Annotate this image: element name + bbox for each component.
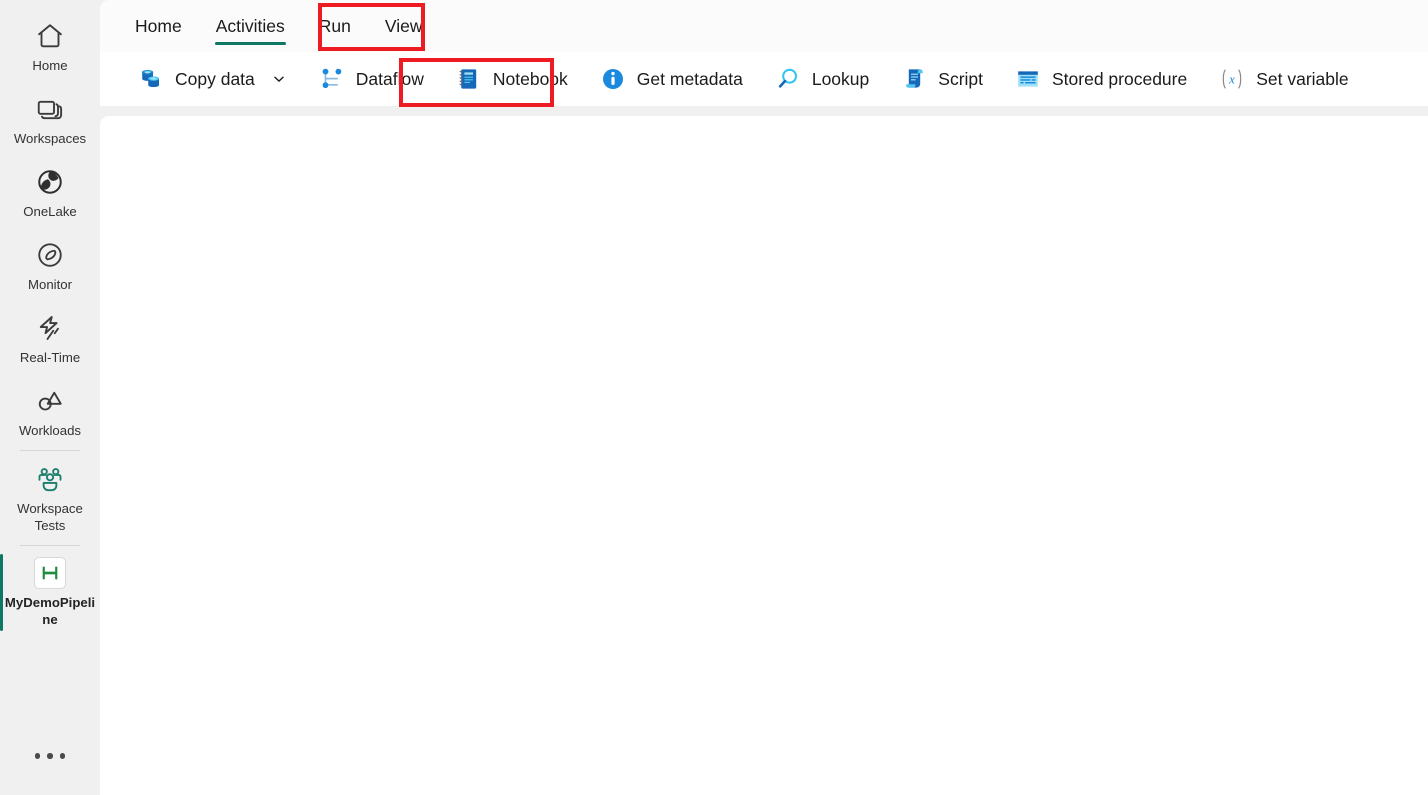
pipeline-icon	[34, 557, 66, 589]
sidebar-item-label: Workspaces	[13, 131, 87, 146]
set-variable-icon: x	[1219, 66, 1245, 92]
workspace-tests-icon	[33, 462, 67, 496]
sidebar-item-workspaces[interactable]: Workspaces	[0, 83, 100, 156]
svg-text:x: x	[1228, 72, 1235, 87]
toolbar-item-script[interactable]: Script	[885, 57, 999, 101]
toolbar-item-get-metadata[interactable]: Get metadata	[584, 57, 759, 101]
sidebar-item-label: Workloads	[18, 423, 82, 438]
tab-home[interactable]: Home	[118, 0, 199, 52]
script-icon	[901, 66, 927, 92]
sidebar-item-label: OneLake	[23, 204, 77, 219]
toolbar-item-label: Set variable	[1256, 68, 1349, 89]
activities-toolbar: Copy data Dataflow Notebook Get metadata…	[100, 52, 1428, 106]
toolbar-item-dataflow[interactable]: Dataflow	[303, 57, 440, 101]
more-dot	[59, 753, 66, 759]
main-content-area: Home Activities Run View Copy data Dataf…	[100, 0, 1428, 795]
toolbar-item-notebook[interactable]: Notebook	[440, 57, 584, 101]
tab-run[interactable]: Run	[302, 0, 368, 52]
tab-label: Home	[135, 15, 182, 36]
sidebar-item-workloads[interactable]: Workloads	[0, 375, 100, 448]
toolbar-item-label: Dataflow	[355, 68, 424, 89]
real-time-icon	[33, 311, 67, 345]
tab-label: View	[384, 15, 423, 36]
toolbar-item-label: Lookup	[811, 68, 870, 89]
get-metadata-icon	[600, 66, 626, 92]
sidebar-item-label: Monitor	[28, 277, 72, 292]
more-dot	[47, 753, 53, 759]
ribbon-canvas-gap	[100, 106, 1428, 116]
toolbar-item-stored-procedure[interactable]: Stored procedure	[999, 57, 1203, 101]
notebook-icon	[456, 66, 482, 92]
sidebar-separator	[20, 545, 80, 546]
workloads-icon	[33, 384, 67, 418]
dataflow-icon	[319, 66, 345, 92]
sidebar-item-workspace-tests[interactable]: Workspace Tests	[0, 453, 100, 543]
tab-label: Activities	[215, 15, 285, 36]
home-icon	[33, 19, 67, 53]
lookup-icon	[775, 66, 801, 92]
stored-procedure-icon	[1015, 66, 1041, 92]
onelake-icon	[33, 165, 67, 199]
toolbar-item-copy-data[interactable]: Copy data	[122, 57, 303, 101]
fabric-pipeline-app: Home Workspaces OneLake Monitor Real-Tim…	[0, 0, 1428, 795]
ribbon-tabstrip: Home Activities Run View	[100, 0, 1428, 52]
ribbon: Home Activities Run View Copy data Dataf…	[100, 0, 1428, 106]
sidebar-item-onelake[interactable]: OneLake	[0, 156, 100, 229]
sidebar-item-home[interactable]: Home	[0, 10, 100, 83]
sidebar-item-mydemopipeline[interactable]: MyDemoPipeline	[0, 548, 100, 637]
chevron-down-icon[interactable]	[271, 71, 287, 87]
left-navigation-sidebar: Home Workspaces OneLake Monitor Real-Tim…	[0, 0, 100, 795]
toolbar-item-set-variable[interactable]: x Set variable	[1203, 57, 1364, 101]
active-accent-bar	[0, 554, 3, 631]
sidebar-separator	[20, 450, 80, 451]
sidebar-item-label: Workspace Tests	[17, 501, 83, 533]
more-dot	[34, 753, 41, 759]
sidebar-item-real-time[interactable]: Real-Time	[0, 302, 100, 375]
toolbar-item-label: Stored procedure	[1052, 68, 1188, 89]
tab-view[interactable]: View	[368, 0, 440, 52]
toolbar-item-label: Get metadata	[636, 68, 743, 89]
sidebar-item-monitor[interactable]: Monitor	[0, 229, 100, 302]
sidebar-item-label: Real-Time	[19, 350, 81, 365]
copy-data-icon	[138, 66, 164, 92]
monitor-icon	[33, 238, 67, 272]
tab-underline	[214, 42, 286, 45]
toolbar-item-label: Notebook	[492, 68, 568, 89]
sidebar-item-label: Home	[32, 58, 68, 73]
workspaces-icon	[33, 92, 67, 126]
sidebar-more-button[interactable]	[0, 741, 100, 771]
pipeline-canvas[interactable]	[100, 116, 1428, 795]
toolbar-item-label: Copy data	[175, 68, 255, 89]
sidebar-item-label: MyDemoPipeline	[4, 595, 96, 627]
tab-label: Run	[318, 15, 351, 36]
tab-activities[interactable]: Activities	[199, 0, 302, 52]
toolbar-item-label: Script	[938, 68, 983, 89]
toolbar-item-lookup[interactable]: Lookup	[759, 57, 885, 101]
